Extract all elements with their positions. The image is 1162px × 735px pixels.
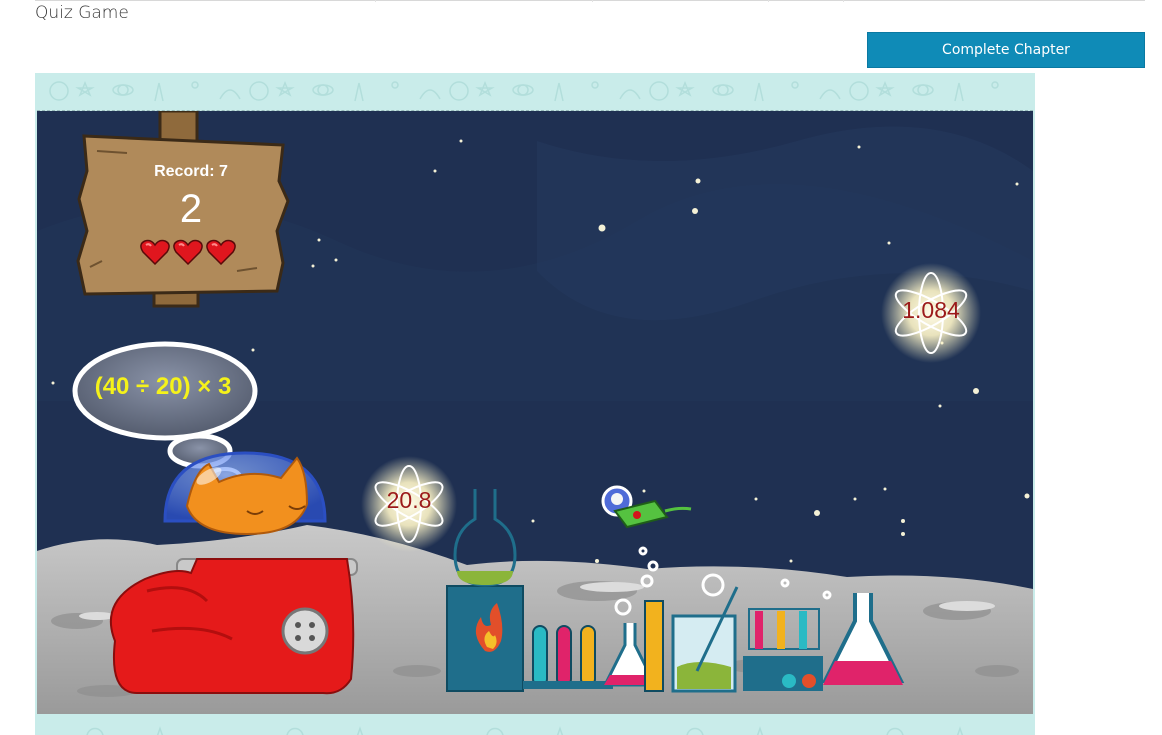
lives-hearts <box>140 239 236 265</box>
boot-rocket-icon <box>109 558 358 695</box>
answer-option-1[interactable]: 20.8 <box>364 487 454 514</box>
heart-icon <box>173 239 203 265</box>
page-title: Quiz Game <box>35 3 129 23</box>
game-stage[interactable]: Record: 7 2 (40 ÷ 20) × 3 20.8 1.084 <box>37 110 1033 714</box>
score-value: 2 <box>179 187 203 231</box>
answer-option-2[interactable]: 1.084 <box>886 297 976 324</box>
frame-pattern-bottom <box>35 720 1035 735</box>
heart-icon <box>140 239 170 265</box>
game-frame: Record: 7 2 (40 ÷ 20) × 3 20.8 1.084 <box>35 73 1035 735</box>
frame-pattern-top <box>35 73 1035 110</box>
question-text: (40 ÷ 20) × 3 <box>94 373 232 400</box>
heart-icon <box>206 239 236 265</box>
record-label: Record: 7 <box>154 163 228 180</box>
top-divider <box>35 0 1145 2</box>
cat-astronaut-icon <box>163 451 327 536</box>
complete-chapter-button[interactable]: Complete Chapter <box>867 32 1145 68</box>
